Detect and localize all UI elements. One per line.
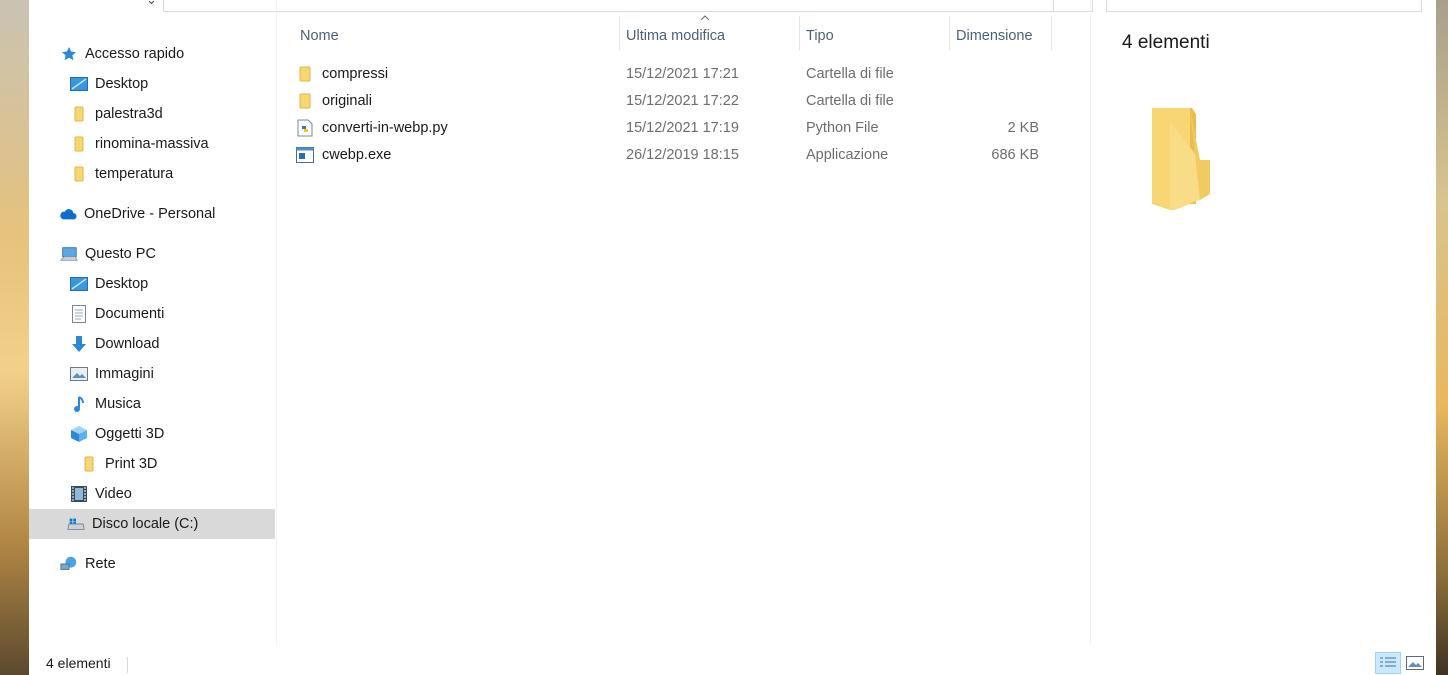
status-item-count: 4 elementi [46, 655, 111, 671]
thumbnail-view-icon [1406, 656, 1424, 670]
nav-label: Rete [85, 556, 116, 572]
folder-icon [80, 455, 98, 473]
nav-pc-video[interactable]: Video [70, 479, 275, 509]
nav-pc-musica[interactable]: Musica [70, 389, 275, 419]
details-item-count: 4 elementi [1122, 32, 1210, 53]
file-type: Applicazione [806, 146, 889, 163]
file-size: 2 KB [1007, 119, 1039, 136]
nav-pc-print-3d[interactable]: Print 3D [80, 449, 275, 479]
file-explorer-window: ⌄ Accesso rapido Desktop palestra3d [29, 0, 1436, 675]
nav-label: temperatura [95, 166, 174, 182]
download-arrow-icon [70, 335, 88, 353]
details-view-icon [1380, 657, 1396, 667]
nav-quick-desktop[interactable]: Desktop [70, 69, 275, 99]
status-separator [127, 657, 128, 673]
folder-icon [70, 135, 88, 153]
file-name: cwebp.exe [322, 146, 392, 163]
file-name: originali [322, 92, 372, 109]
computer-icon [60, 245, 78, 263]
column-header-modified[interactable]: Ultima modifica [620, 22, 798, 50]
column-header-size[interactable]: Dimensione [950, 22, 1050, 50]
pictures-icon [70, 365, 88, 383]
file-type: Python File [806, 119, 879, 136]
nav-label: Disco locale (C:) [92, 516, 199, 532]
file-size [946, 87, 1039, 114]
file-row[interactable]: originali 15/12/2021 17:22 Cartella di f… [296, 87, 1066, 114]
file-modified: 15/12/2021 17:21 [626, 65, 739, 82]
file-name: compressi [322, 65, 389, 82]
file-size: 686 KB [991, 146, 1039, 163]
nav-label: Musica [95, 396, 141, 412]
nav-quick-access[interactable]: Accesso rapido [60, 39, 275, 69]
large-folder-icon [1152, 108, 1210, 210]
nav-onedrive[interactable]: OneDrive - Personal [59, 199, 275, 229]
film-strip-icon [70, 485, 88, 503]
column-header-name[interactable]: Nome [294, 22, 618, 50]
file-modified: 15/12/2021 17:22 [626, 92, 739, 109]
nav-quick-temperatura[interactable]: temperatura [70, 159, 275, 189]
column-separator[interactable] [1051, 16, 1052, 50]
details-pane: 4 elementi [1091, 0, 1436, 645]
column-header-type[interactable]: Tipo [800, 22, 948, 50]
desktop-icon [70, 75, 88, 93]
nav-pc-oggetti-3d[interactable]: Oggetti 3D [70, 419, 275, 449]
nav-pc-disco-locale[interactable]: Disco locale (C:) [29, 509, 275, 539]
nav-label: Desktop [95, 76, 149, 92]
details-view-button[interactable] [1375, 652, 1401, 674]
file-row[interactable]: converti-in-webp.py 15/12/2021 17:19 Pyt… [296, 114, 1066, 141]
nav-label: Print 3D [105, 456, 158, 472]
nav-pc-immagini[interactable]: Immagini [70, 359, 275, 389]
pane-divider [276, 0, 277, 645]
nav-label: Download [95, 336, 160, 352]
star-icon [60, 45, 78, 63]
drive-icon [67, 515, 85, 533]
network-icon [60, 555, 78, 573]
file-modified: 15/12/2021 17:19 [626, 119, 739, 136]
cloud-icon [59, 205, 77, 223]
desktop-wallpaper [1436, 0, 1448, 675]
file-type: Cartella di file [806, 92, 894, 109]
music-note-icon [70, 395, 88, 413]
file-row[interactable]: compressi 15/12/2021 17:21 Cartella di f… [296, 60, 1066, 87]
nav-label: rinomina-massiva [95, 136, 209, 152]
nav-quick-palestra3d[interactable]: palestra3d [70, 99, 275, 129]
nav-label: palestra3d [95, 106, 163, 122]
address-fragment: ⌄ [146, 0, 157, 8]
document-icon [70, 305, 88, 323]
folder-icon [70, 165, 88, 183]
nav-label: Immagini [95, 366, 154, 382]
folder-icon [70, 105, 88, 123]
folder-icon [296, 92, 314, 110]
nav-label: Accesso rapido [85, 46, 185, 62]
nav-pc-documenti[interactable]: Documenti [70, 299, 275, 329]
cube-3d-icon [70, 425, 88, 443]
nav-pc-download[interactable]: Download [70, 329, 275, 359]
file-type: Cartella di file [806, 65, 894, 82]
nav-label: Questo PC [85, 246, 156, 262]
python-file-icon [296, 119, 314, 137]
file-list: Nome Ultima modifica Tipo Dimensione com… [278, 0, 1090, 645]
application-icon [296, 146, 314, 164]
nav-network[interactable]: Rete [60, 549, 275, 579]
desktop-icon [70, 275, 88, 293]
file-size [946, 60, 1039, 87]
nav-label: OneDrive - Personal [84, 206, 216, 222]
sort-ascending-icon [700, 15, 710, 21]
nav-label: Video [95, 486, 132, 502]
large-icons-view-button[interactable] [1402, 652, 1428, 674]
folder-icon [296, 65, 314, 83]
file-modified: 26/12/2019 18:15 [626, 146, 739, 163]
nav-label: Desktop [95, 276, 149, 292]
file-name: converti-in-webp.py [322, 119, 448, 136]
status-bar: 4 elementi [29, 645, 1436, 675]
nav-this-pc[interactable]: Questo PC [60, 239, 275, 269]
file-row[interactable]: cwebp.exe 26/12/2019 18:15 Applicazione … [296, 141, 1066, 168]
nav-label: Oggetti 3D [95, 426, 165, 442]
nav-label: Documenti [95, 306, 165, 322]
nav-pc-desktop[interactable]: Desktop [70, 269, 275, 299]
nav-quick-rinomina-massiva[interactable]: rinomina-massiva [70, 129, 275, 159]
